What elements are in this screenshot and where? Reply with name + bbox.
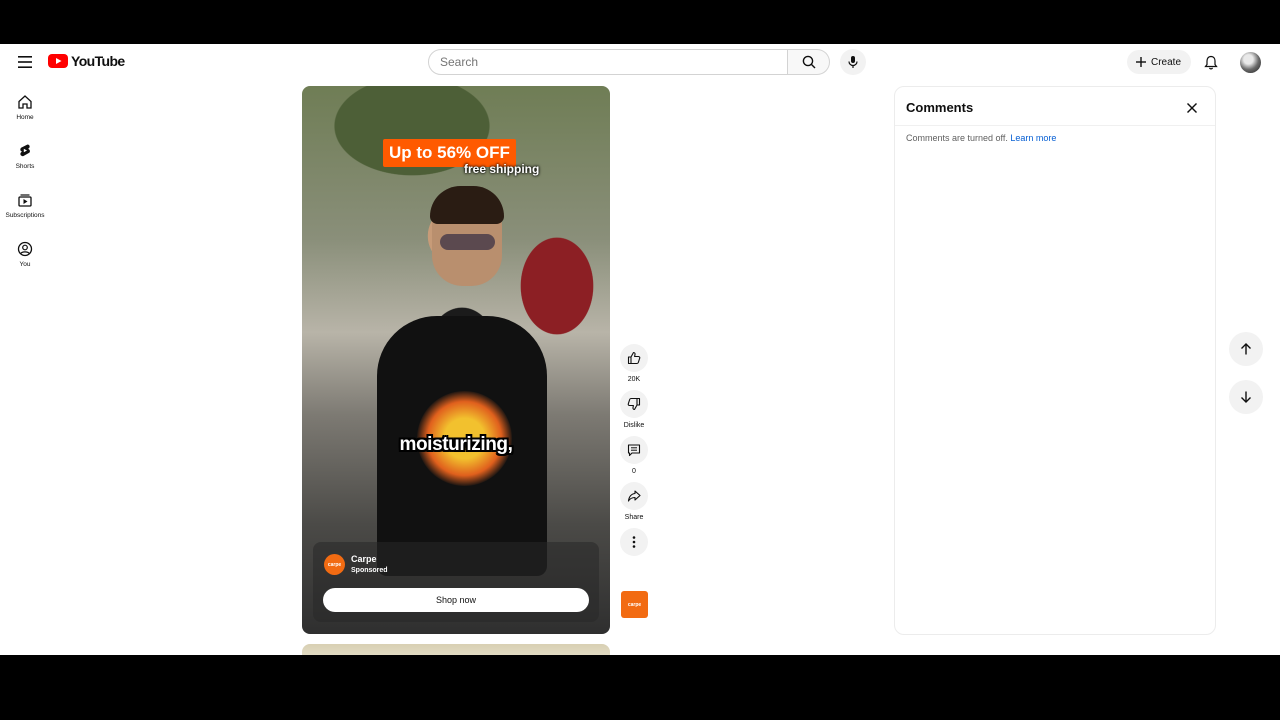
sidebar-item-label: You — [19, 261, 31, 268]
advertiser-name[interactable]: Carpe — [351, 554, 377, 564]
create-button[interactable]: Create — [1127, 50, 1192, 74]
thumbs-up-icon — [627, 351, 641, 365]
browser-viewport: YouTube Create Home Shorts — [0, 44, 1280, 655]
comment-icon — [627, 444, 641, 457]
notifications-button[interactable] — [1200, 51, 1222, 73]
advertiser-logo[interactable]: carpe — [324, 554, 345, 575]
advertiser-tile[interactable]: carpe — [621, 591, 648, 618]
dislike-action: Dislike — [619, 390, 649, 430]
sidebar-item-shorts[interactable]: Shorts — [0, 137, 50, 186]
comments-divider — [895, 125, 1215, 126]
sponsored-label: Sponsored — [351, 567, 388, 574]
sidebar-item-home[interactable]: Home — [0, 88, 50, 137]
share-icon — [627, 490, 641, 502]
create-label: Create — [1151, 56, 1182, 68]
voice-search-button[interactable] — [840, 49, 866, 75]
mini-guide: Home Shorts Subscriptions You — [0, 88, 50, 284]
comments-off-text: Comments are turned off. — [906, 133, 1008, 143]
plus-icon — [1136, 57, 1146, 67]
shorts-video-player[interactable]: Up to 56% OFF free shipping moisturizing… — [302, 86, 610, 634]
microphone-icon — [848, 56, 858, 68]
ad-overlay-card: carpe Carpe Sponsored Shop now — [313, 542, 599, 622]
arrow-up-icon — [1241, 343, 1251, 355]
close-comments-button[interactable] — [1181, 97, 1203, 119]
shorts-icon — [20, 144, 30, 157]
video-caption: moisturizing, — [399, 434, 513, 455]
comments-title: Comments — [906, 100, 974, 115]
share-action: Share — [619, 482, 649, 522]
arrow-down-icon — [1241, 391, 1251, 403]
promo-overlay-subtitle: free shipping — [464, 162, 540, 176]
comment-count: 0 — [632, 468, 636, 475]
previous-short-button[interactable] — [1229, 332, 1263, 366]
next-short-button[interactable] — [1229, 380, 1263, 414]
comments-action: 0 — [619, 436, 649, 476]
sidebar-item-you[interactable]: You — [0, 235, 50, 284]
bell-icon — [1204, 55, 1218, 69]
dislike-button[interactable] — [620, 390, 648, 418]
share-label: Share — [624, 514, 644, 521]
thumbs-down-icon — [627, 397, 641, 411]
you-icon — [17, 241, 33, 257]
masthead: YouTube Create — [0, 44, 1280, 80]
search-button[interactable] — [788, 49, 830, 75]
like-count: 20K — [627, 376, 641, 383]
account-avatar[interactable] — [1240, 52, 1261, 73]
learn-more-link[interactable]: Learn more — [1010, 133, 1056, 143]
close-icon — [1187, 103, 1197, 113]
search-bar — [428, 49, 830, 75]
next-short-preview[interactable] — [302, 644, 610, 655]
menu-icon[interactable] — [13, 50, 37, 74]
sidebar-item-label: Subscriptions — [5, 212, 45, 219]
more-vertical-icon — [632, 536, 636, 548]
sidebar-item-subscriptions[interactable]: Subscriptions — [0, 186, 50, 235]
video-frame-hair — [430, 186, 504, 224]
more-options-button[interactable] — [620, 528, 648, 556]
sidebar-item-label: Home — [16, 114, 34, 121]
share-button[interactable] — [620, 482, 648, 510]
home-icon — [18, 95, 32, 109]
video-frame-glasses — [440, 234, 495, 250]
dislike-label: Dislike — [623, 422, 645, 429]
sidebar-item-label: Shorts — [15, 163, 35, 170]
like-button[interactable] — [620, 344, 648, 372]
subscriptions-icon — [18, 194, 32, 207]
comments-off-notice: Comments are turned off. Learn more — [906, 133, 1056, 143]
youtube-play-icon — [48, 54, 68, 68]
more-action — [619, 528, 649, 556]
comments-button[interactable] — [620, 436, 648, 464]
shorts-actions: 20K Dislike 0 Share — [619, 344, 649, 562]
logo-text: YouTube — [71, 53, 125, 69]
search-icon — [802, 55, 815, 69]
youtube-logo[interactable]: YouTube — [48, 53, 125, 69]
search-input[interactable] — [428, 49, 788, 75]
shop-now-button[interactable]: Shop now — [323, 588, 589, 612]
comments-panel: Comments Comments are turned off. Learn … — [894, 86, 1216, 635]
like-action: 20K — [619, 344, 649, 384]
